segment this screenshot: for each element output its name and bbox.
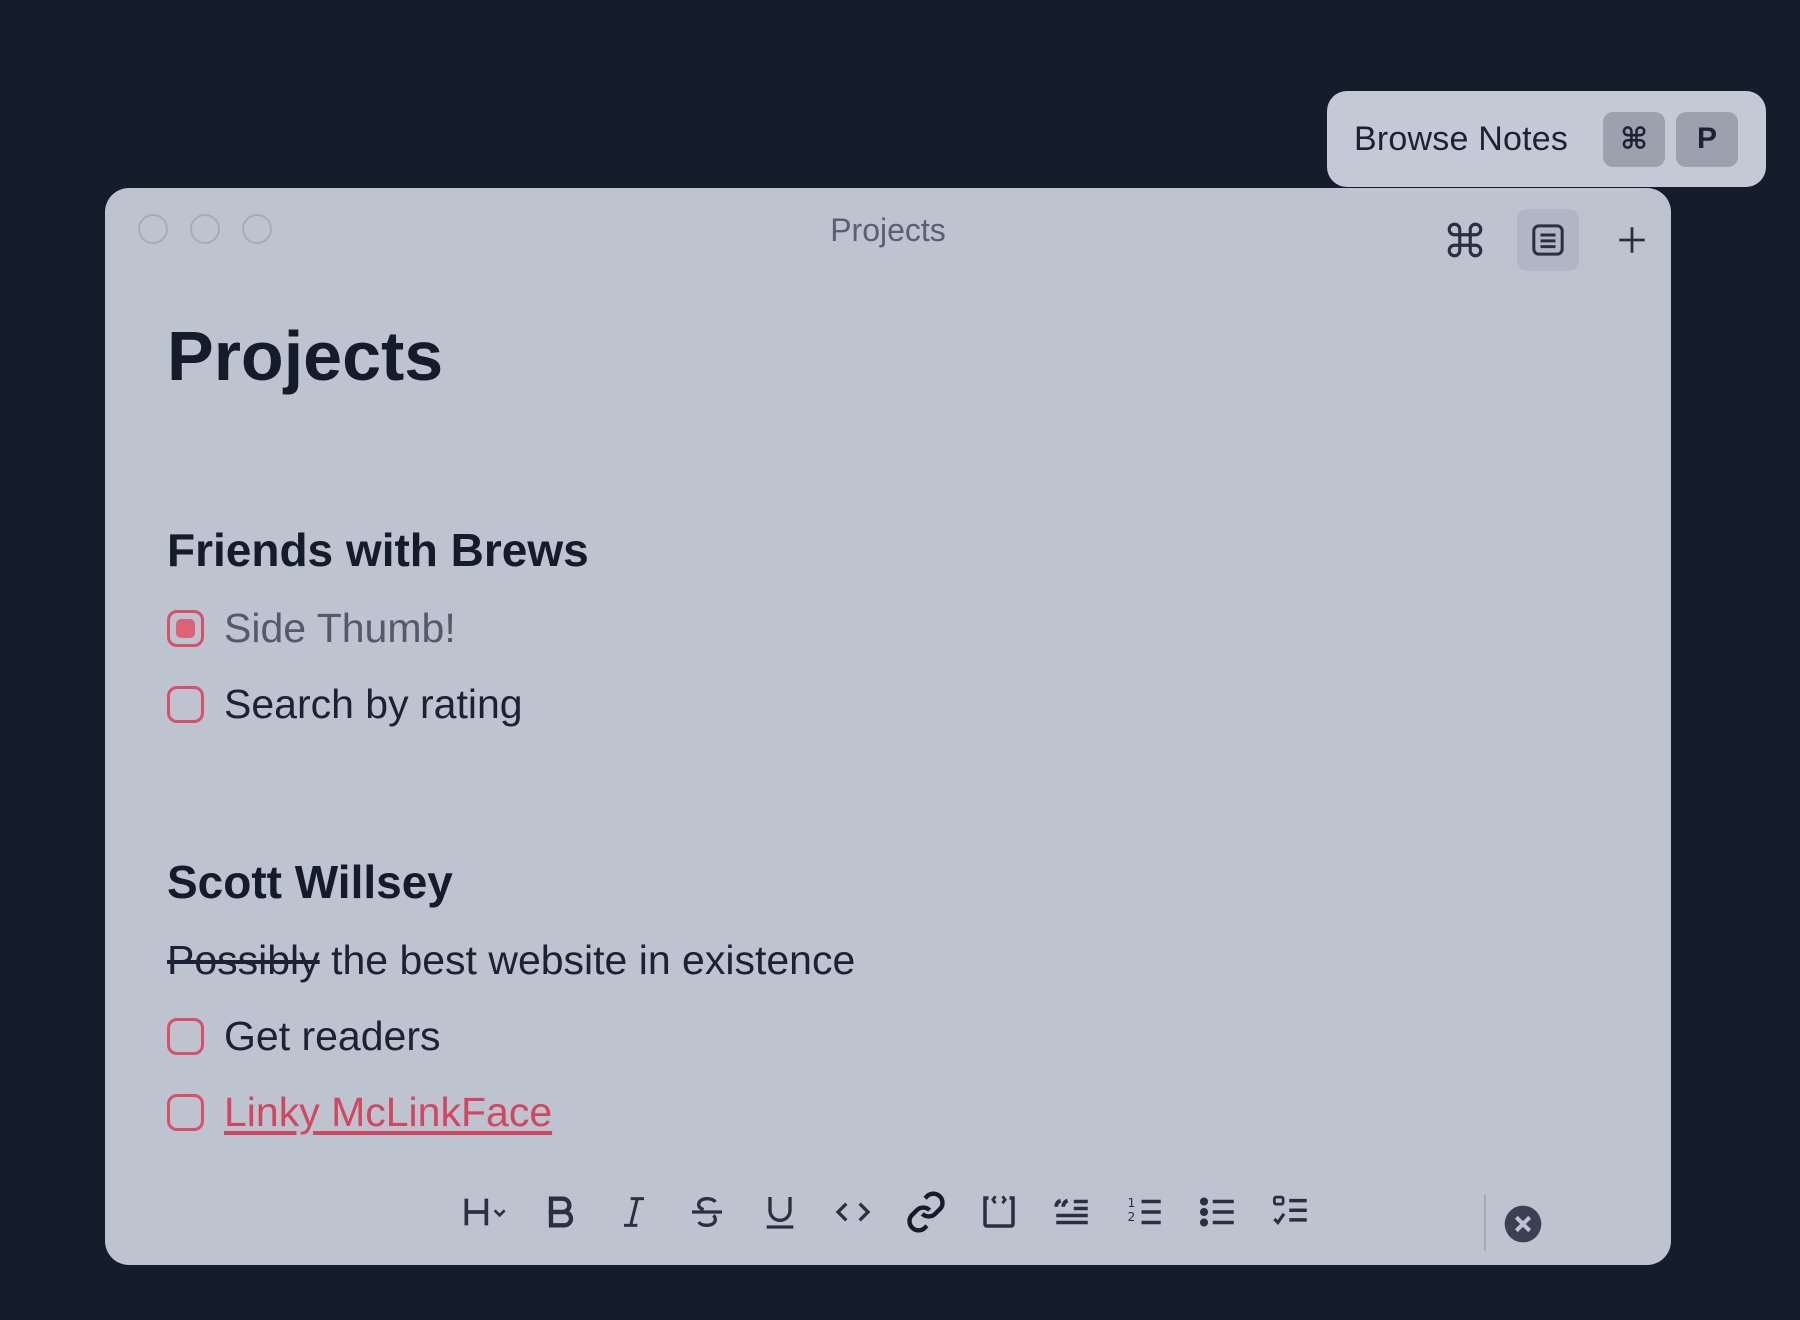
checkbox-checked[interactable] (167, 609, 204, 647)
command-icon[interactable] (1434, 209, 1496, 271)
quote-icon[interactable] (1035, 1181, 1108, 1243)
todo-item: Side Thumb! (167, 598, 456, 658)
numbered-list-icon[interactable]: 1 2 (1108, 1181, 1181, 1243)
strikethrough-icon[interactable] (670, 1181, 743, 1243)
toolbar-divider (1484, 1195, 1486, 1251)
section-heading: Scott Willsey (167, 856, 453, 908)
command-key: ⌘ (1603, 111, 1665, 167)
close-circle-icon[interactable] (1503, 1204, 1543, 1249)
svg-text:2: 2 (1127, 1210, 1135, 1224)
todo-item: Linky McLinkFace (167, 1082, 552, 1142)
todo-link[interactable]: Linky McLinkFace (224, 1089, 552, 1136)
plus-icon[interactable] (1601, 209, 1663, 271)
svg-text:1: 1 (1127, 1196, 1135, 1210)
bold-icon[interactable] (524, 1181, 597, 1243)
checklist-icon[interactable] (1254, 1181, 1327, 1243)
code-icon[interactable] (816, 1181, 889, 1243)
bullet-list-icon[interactable] (1181, 1181, 1254, 1243)
code-block-icon[interactable] (962, 1181, 1035, 1243)
paragraph: Possibly the best website in existence (167, 930, 855, 990)
underline-icon[interactable] (743, 1181, 816, 1243)
checkbox[interactable] (167, 1093, 204, 1131)
checkbox[interactable] (167, 1017, 204, 1055)
heading-icon[interactable] (451, 1181, 524, 1243)
todo-text: Search by rating (224, 680, 523, 727)
todo-item: Get readers (167, 1006, 441, 1066)
link-icon[interactable] (889, 1181, 962, 1243)
section-heading: Friends with Brews (167, 524, 589, 576)
note-window: Projects Projects Friends with Brews Sid… (105, 188, 1671, 1265)
struck-text: Possibly (167, 936, 320, 983)
todo-item: Search by rating (167, 674, 523, 734)
italic-icon[interactable] (597, 1181, 670, 1243)
browse-notes-popover[interactable]: Browse Notes ⌘ P (1327, 91, 1766, 187)
formatting-toolbar: 1 2 (451, 1181, 1327, 1243)
paragraph-text: the best website in existence (319, 936, 856, 983)
todo-text: Get readers (224, 1012, 441, 1059)
browse-notes-label: Browse Notes (1354, 119, 1569, 158)
checkbox[interactable] (167, 685, 204, 723)
todo-text: Side Thumb! (224, 604, 456, 651)
p-key: P (1676, 111, 1738, 167)
note-list-icon[interactable] (1517, 209, 1579, 271)
note-title: Projects (167, 317, 444, 395)
